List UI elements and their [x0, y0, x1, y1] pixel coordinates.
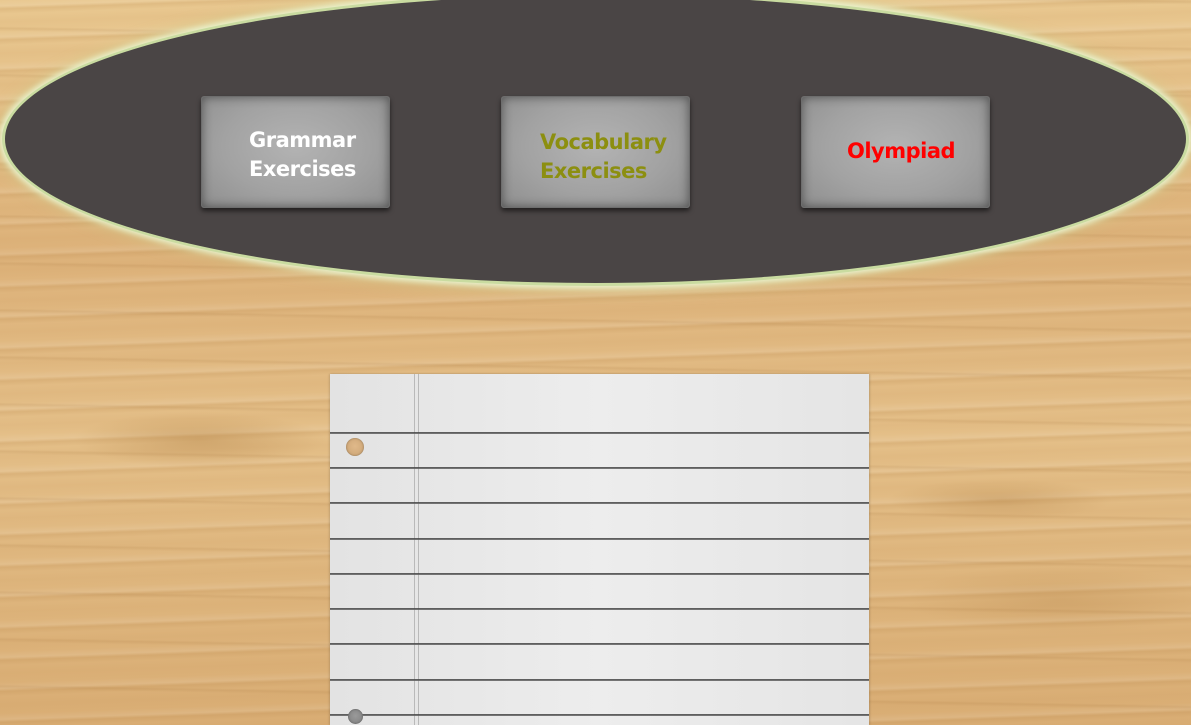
grammar-exercises-button[interactable]: Grammar Exercises [201, 96, 390, 208]
grammar-exercises-label: Grammar Exercises [249, 128, 356, 181]
margin-line [414, 374, 415, 725]
ruled-line [330, 432, 869, 434]
vocabulary-exercises-button[interactable]: Vocabulary Exercises [501, 96, 690, 208]
ruled-line [330, 502, 869, 504]
punch-hole [346, 438, 364, 456]
margin-line [418, 374, 419, 725]
notebook-paper [330, 374, 869, 725]
ruled-line [330, 679, 869, 681]
vocabulary-exercises-label: Vocabulary Exercises [540, 130, 667, 183]
ruled-line [330, 467, 869, 469]
ruled-line [330, 714, 869, 716]
punch-hole [348, 709, 363, 724]
ruled-line [330, 538, 869, 540]
olympiad-button[interactable]: Olympiad [801, 96, 990, 208]
olympiad-label: Olympiad [847, 139, 956, 163]
ruled-line [330, 573, 869, 575]
ruled-line [330, 608, 869, 610]
ruled-line [330, 643, 869, 645]
